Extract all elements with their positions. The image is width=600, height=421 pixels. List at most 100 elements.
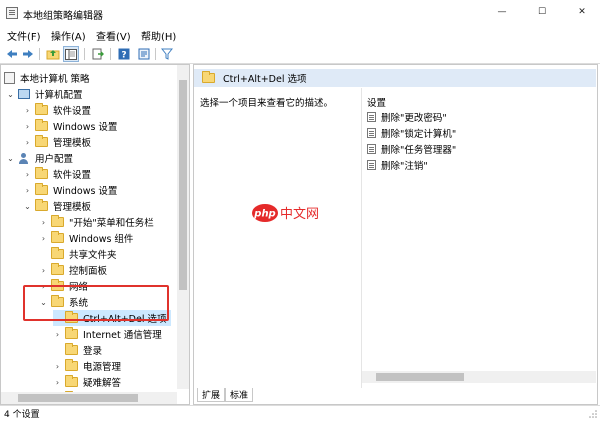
back-arrow-icon[interactable] bbox=[4, 46, 20, 62]
tree-item-label: 疑难解答 bbox=[83, 378, 122, 389]
properties-icon[interactable] bbox=[136, 46, 152, 62]
minimize-button[interactable]: — bbox=[483, 0, 521, 24]
setting-icon bbox=[367, 128, 376, 138]
close-button[interactable]: ✕ bbox=[563, 0, 600, 24]
tree-item-label: Ctrl+Alt+Del 选项 bbox=[83, 314, 167, 325]
tree-item-local-policy[interactable]: 本地计算机 策略 bbox=[4, 70, 90, 86]
tab-extended[interactable]: 扩展 bbox=[197, 388, 226, 402]
setting-remove-task-manager[interactable]: 删除"任务管理器" bbox=[367, 142, 456, 156]
setting-icon bbox=[367, 112, 376, 122]
setting-label: 删除"锁定计算机" bbox=[381, 129, 457, 140]
folder-icon bbox=[65, 375, 78, 387]
menu-action[interactable]: 操作(A) bbox=[51, 28, 86, 43]
tree-item-power-management[interactable]: › 电源管理 bbox=[53, 358, 121, 374]
tree-item-label: Internet 通信管理 bbox=[83, 330, 162, 341]
chevron-right-icon[interactable]: › bbox=[39, 234, 48, 243]
details-horizontal-scroll-thumb[interactable] bbox=[376, 373, 464, 381]
description-text: 选择一个项目来查看它的描述。 bbox=[200, 98, 334, 109]
export-list-icon[interactable] bbox=[90, 46, 106, 62]
folder-icon bbox=[35, 167, 48, 179]
chevron-right-icon[interactable]: › bbox=[53, 362, 62, 371]
menu-help[interactable]: 帮助(H) bbox=[141, 28, 176, 43]
tree-item-windows-components[interactable]: › Windows 组件 bbox=[39, 230, 133, 246]
chevron-right-icon[interactable]: › bbox=[23, 186, 32, 195]
setting-icon bbox=[367, 144, 376, 154]
tree-item-internet-comm-mgmt[interactable]: › Internet 通信管理 bbox=[53, 326, 162, 342]
maximize-button[interactable]: ☐ bbox=[523, 0, 561, 24]
tree-item-user-admin-templates[interactable]: ⌄ 管理模板 bbox=[23, 198, 91, 214]
tree-item-label: 计算机配置 bbox=[35, 90, 83, 101]
tree-pane[interactable]: 本地计算机 策略 ⌄ 计算机配置 › 软件设置 › Windows 设置 › 管… bbox=[0, 64, 190, 405]
chevron-down-icon[interactable]: ⌄ bbox=[6, 90, 15, 99]
folder-icon bbox=[35, 183, 48, 195]
filter-icon[interactable] bbox=[159, 46, 175, 62]
tree-item-label: 电源管理 bbox=[83, 362, 122, 373]
settings-column-header[interactable]: 设置 bbox=[367, 95, 386, 109]
toolbar-separator bbox=[39, 48, 40, 60]
setting-remove-lock-computer[interactable]: 删除"锁定计算机" bbox=[367, 126, 456, 140]
status-bar bbox=[0, 405, 600, 421]
tree-item-label: Windows 组件 bbox=[69, 234, 134, 245]
close-icon: ✕ bbox=[578, 7, 586, 17]
chevron-right-icon[interactable]: › bbox=[23, 138, 32, 147]
chevron-right-icon[interactable]: › bbox=[53, 378, 62, 387]
tree-item-start-menu-taskbar[interactable]: › "开始"菜单和任务栏 bbox=[39, 214, 154, 230]
svg-text:中文网: 中文网 bbox=[280, 207, 319, 222]
policy-editor-app-icon bbox=[6, 7, 18, 19]
show-hide-tree-icon[interactable] bbox=[63, 46, 79, 62]
menu-bar bbox=[0, 26, 600, 44]
tree-item-troubleshooting[interactable]: › 疑难解答 bbox=[53, 374, 121, 390]
folder-icon bbox=[65, 343, 78, 355]
tree-vertical-scroll-thumb[interactable] bbox=[179, 80, 187, 290]
chevron-right-icon[interactable]: › bbox=[39, 266, 48, 275]
chevron-right-icon[interactable]: › bbox=[23, 170, 32, 179]
tree-item-user-config[interactable]: ⌄ 用户配置 bbox=[6, 150, 73, 166]
tree-item-ctrl-alt-del-options[interactable]: Ctrl+Alt+Del 选项 bbox=[53, 310, 171, 326]
tree-item-admin-templates[interactable]: › 管理模板 bbox=[23, 134, 91, 150]
menu-view[interactable]: 查看(V) bbox=[96, 28, 131, 43]
tree-item-network[interactable]: › 网络 bbox=[39, 278, 88, 294]
help-icon[interactable]: ? bbox=[116, 46, 132, 62]
folder-icon bbox=[202, 71, 215, 83]
details-header: Ctrl+Alt+Del 选项 bbox=[194, 69, 596, 87]
tree-item-system[interactable]: ⌄ 系统 bbox=[39, 294, 88, 310]
tree-item-label: Windows 设置 bbox=[53, 122, 118, 133]
folder-icon bbox=[51, 279, 64, 291]
tree-item-label: 控制面板 bbox=[69, 266, 108, 277]
tree-item-shared-folders[interactable]: 共享文件夹 bbox=[39, 246, 117, 262]
setting-label: 删除"任务管理器" bbox=[381, 145, 457, 156]
tree-item-computer-config[interactable]: ⌄ 计算机配置 bbox=[6, 86, 83, 102]
chevron-down-icon[interactable]: ⌄ bbox=[6, 154, 15, 163]
pane-divider bbox=[361, 88, 362, 388]
minimize-icon: — bbox=[497, 7, 507, 17]
tree-item-user-windows-settings[interactable]: › Windows 设置 bbox=[23, 182, 117, 198]
setting-remove-logoff[interactable]: 删除"注销" bbox=[367, 158, 428, 172]
up-folder-icon[interactable] bbox=[45, 46, 61, 62]
tree-horizontal-scroll-thumb[interactable] bbox=[18, 394, 138, 402]
chevron-right-icon[interactable]: › bbox=[23, 122, 32, 131]
chevron-right-icon[interactable]: › bbox=[39, 218, 48, 227]
chevron-right-icon[interactable]: › bbox=[23, 106, 32, 115]
forward-arrow-icon[interactable] bbox=[20, 46, 36, 62]
tree-item-control-panel[interactable]: › 控制面板 bbox=[39, 262, 107, 278]
chevron-down-icon[interactable]: ⌄ bbox=[23, 202, 32, 211]
tree-item-label: 软件设置 bbox=[53, 106, 92, 117]
tab-standard[interactable]: 标准 bbox=[225, 388, 254, 402]
resize-grip-icon[interactable] bbox=[588, 409, 597, 418]
setting-remove-change-password[interactable]: 删除"更改密码" bbox=[367, 110, 447, 124]
toolbar-separator bbox=[84, 48, 85, 60]
folder-icon bbox=[51, 263, 64, 275]
chevron-right-icon[interactable]: › bbox=[39, 282, 48, 291]
folder-icon bbox=[35, 135, 48, 147]
folder-icon bbox=[51, 215, 64, 227]
tree-item-label: 管理模板 bbox=[53, 202, 92, 213]
tree-item-windows-settings[interactable]: › Windows 设置 bbox=[23, 118, 117, 134]
tree-item-logon[interactable]: 登录 bbox=[53, 342, 102, 358]
tree-item-software-settings[interactable]: › 软件设置 bbox=[23, 102, 91, 118]
tree-item-user-software-settings[interactable]: › 软件设置 bbox=[23, 166, 91, 182]
menu-file[interactable]: 文件(F) bbox=[7, 28, 41, 43]
chevron-down-icon[interactable]: ⌄ bbox=[39, 298, 48, 307]
chevron-right-icon[interactable]: › bbox=[53, 330, 62, 339]
setting-label: 删除"更改密码" bbox=[381, 113, 447, 124]
